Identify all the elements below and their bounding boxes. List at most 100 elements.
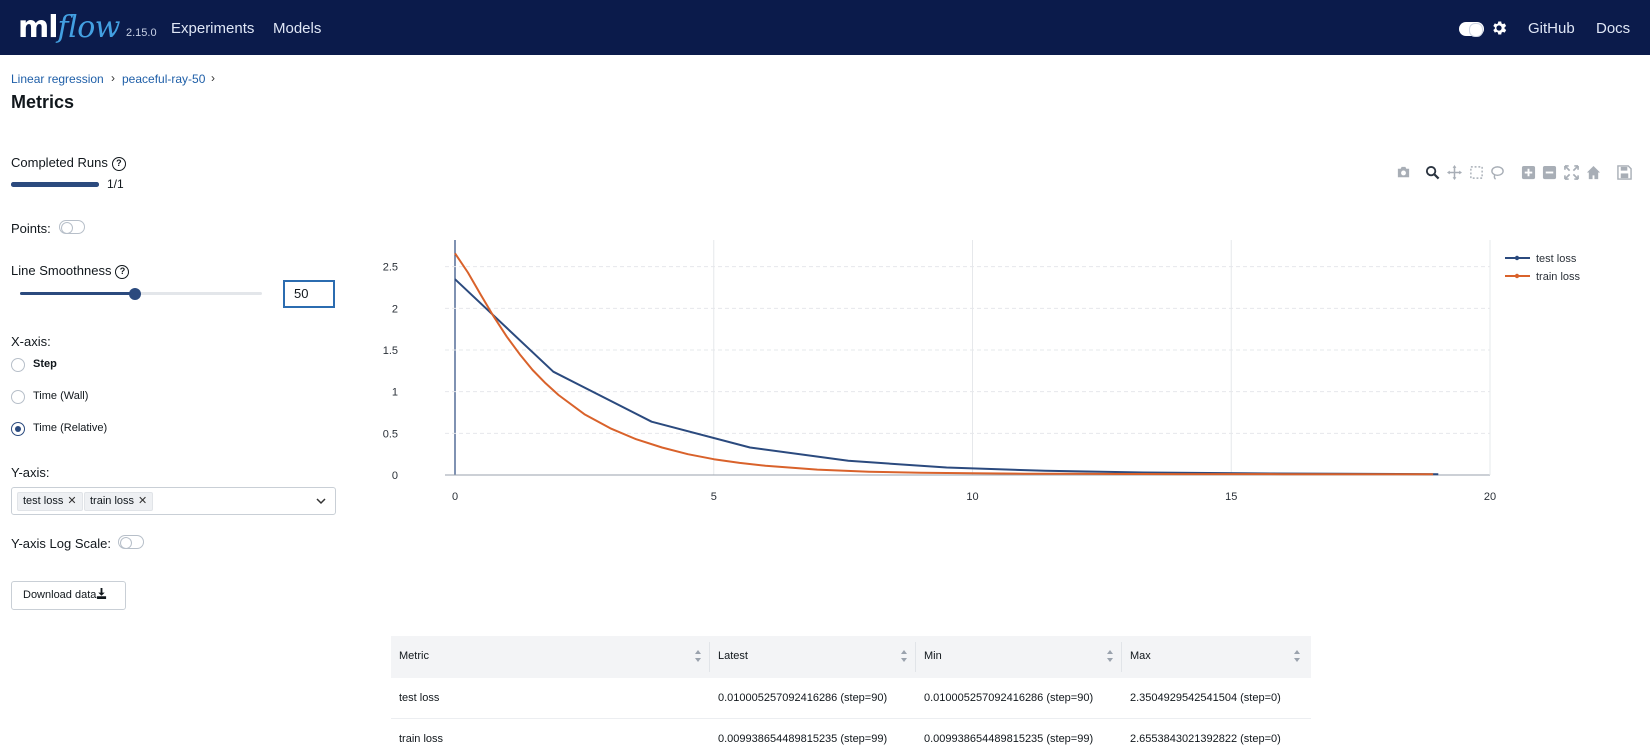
zoom-icon[interactable] <box>1425 165 1440 180</box>
radio-time-wall[interactable] <box>11 390 25 404</box>
x-tick-label: 0 <box>452 491 458 503</box>
close-icon[interactable]: ✕ <box>138 495 147 507</box>
legend-label[interactable]: test loss <box>1536 253 1577 265</box>
sort-icon[interactable] <box>694 649 702 663</box>
yaxis-tag-test-loss: test loss ✕ <box>17 492 83 511</box>
sort-icon[interactable] <box>1106 649 1114 663</box>
cell-latest: 0.010005257092416286 (step=90) <box>718 692 888 704</box>
breadcrumb-separator: › <box>111 71 115 85</box>
download-data-button[interactable]: Download data <box>11 581 126 610</box>
zoom-in-icon[interactable] <box>1521 165 1536 180</box>
mlflow-logo[interactable]: ml flow 2.15.0 <box>18 6 157 46</box>
tag-label: train loss <box>90 495 135 507</box>
sort-icon[interactable] <box>900 649 908 663</box>
completed-runs-count: 1/1 <box>107 177 124 191</box>
smoothness-label: Line Smoothness <box>11 263 112 278</box>
column-header-min[interactable]: Min <box>924 650 942 662</box>
logo-ml-text: ml <box>18 10 59 45</box>
table-row: train loss 0.009938654489815235 (step=99… <box>391 719 1311 755</box>
nav-models[interactable]: Models <box>273 20 321 37</box>
gear-icon[interactable] <box>1490 19 1508 37</box>
yaxis-log-toggle[interactable] <box>118 535 144 549</box>
radio-time-wall-label[interactable]: Time (Wall) <box>33 390 88 402</box>
cell-max: 2.6553843021392822 (step=0) <box>1130 733 1281 745</box>
close-icon[interactable]: ✕ <box>67 495 76 507</box>
series-line-train-loss[interactable] <box>454 252 1434 476</box>
nav-docs[interactable]: Docs <box>1596 20 1630 37</box>
legend-marker <box>1514 273 1520 279</box>
x-tick-label: 10 <box>966 491 978 503</box>
zoom-out-icon[interactable] <box>1542 165 1557 180</box>
table-header-row: Metric Latest Min Max <box>391 636 1311 678</box>
nav-github[interactable]: GitHub <box>1528 20 1575 37</box>
y-tick-label: 1 <box>392 387 398 399</box>
chart-grid <box>445 240 1491 476</box>
yaxis-log-label: Y-axis Log Scale: <box>11 536 111 551</box>
autoscale-icon[interactable] <box>1564 165 1579 180</box>
smoothness-heading: Line Smoothness? <box>11 263 130 279</box>
pan-icon[interactable] <box>1447 165 1462 180</box>
table-row: test loss 0.010005257092416286 (step=90)… <box>391 678 1311 719</box>
help-icon[interactable]: ? <box>111 157 126 171</box>
smoothness-slider-fill <box>20 292 135 295</box>
cell-metric: train loss <box>399 733 444 745</box>
yaxis-label: Y-axis: <box>11 465 50 480</box>
cell-min: 0.010005257092416286 (step=90) <box>924 692 1094 704</box>
smoothness-input[interactable]: 50 <box>283 280 335 308</box>
points-label: Points: <box>11 221 51 236</box>
tag-label: test loss <box>23 495 64 507</box>
home-icon[interactable] <box>1586 165 1601 180</box>
cell-latest: 0.009938654489815235 (step=99) <box>718 733 888 745</box>
smoothness-slider-handle[interactable] <box>128 288 141 300</box>
column-divider <box>1121 642 1122 672</box>
y-tick-label: 2 <box>392 303 398 315</box>
y-tick-label: 0 <box>392 470 398 482</box>
camera-icon[interactable] <box>1396 165 1411 180</box>
breadcrumb-experiment[interactable]: Linear regression <box>11 72 104 86</box>
completed-runs-label: Completed Runs <box>11 155 108 170</box>
xaxis-label: X-axis: <box>11 334 51 349</box>
progress-fill <box>11 182 99 187</box>
yaxis-select[interactable]: test loss ✕ train loss ✕ <box>11 487 336 515</box>
top-navbar: ml flow 2.15.0 Experiments Models GitHub… <box>0 0 1650 55</box>
chevron-down-icon[interactable] <box>315 495 327 507</box>
breadcrumb-run[interactable]: peaceful-ray-50 <box>122 72 205 86</box>
download-icon <box>97 588 107 599</box>
metrics-line-chart[interactable]: 0 5 10 15 20 0 0.5 1 1.5 2 2.5 test loss train loss <box>380 240 1650 520</box>
y-tick-label: 0.5 <box>383 428 398 440</box>
radio-step[interactable] <box>11 358 25 372</box>
x-tick-label: 20 <box>1484 491 1496 503</box>
completed-runs-progress <box>11 182 99 187</box>
nav-experiments[interactable]: Experiments <box>171 20 254 37</box>
x-tick-label: 15 <box>1225 491 1237 503</box>
help-icon[interactable]: ? <box>115 265 130 279</box>
yaxis-tag-train-loss: train loss ✕ <box>84 492 154 511</box>
box-select-icon[interactable] <box>1469 165 1484 180</box>
breadcrumb-separator: › <box>211 71 215 85</box>
download-button-label: Download data <box>23 589 97 601</box>
save-icon[interactable] <box>1617 165 1632 180</box>
x-tick-label: 5 <box>711 491 717 503</box>
column-header-latest[interactable]: Latest <box>718 650 748 662</box>
sort-icon[interactable] <box>1293 649 1301 663</box>
y-tick-label: 1.5 <box>383 345 398 357</box>
points-toggle[interactable] <box>59 220 85 234</box>
radio-time-relative[interactable] <box>11 422 25 436</box>
cell-max: 2.3504929542541504 (step=0) <box>1130 692 1281 704</box>
radio-step-label[interactable]: Step <box>33 358 57 370</box>
legend-marker <box>1514 255 1520 261</box>
radio-time-relative-label[interactable]: Time (Relative) <box>33 422 107 434</box>
chart-legend[interactable]: test loss train loss <box>1505 253 1581 283</box>
version-label: 2.15.0 <box>126 27 157 39</box>
column-header-metric[interactable]: Metric <box>399 650 429 662</box>
completed-runs-heading: Completed Runs? <box>11 155 126 171</box>
lasso-icon[interactable] <box>1490 165 1505 180</box>
legend-label[interactable]: train loss <box>1536 271 1581 283</box>
logo-flow-text: flow <box>57 10 121 45</box>
cell-min: 0.009938654489815235 (step=99) <box>924 733 1094 745</box>
column-header-max[interactable]: Max <box>1130 650 1151 662</box>
page-title: Metrics <box>11 92 75 112</box>
column-divider <box>915 642 916 672</box>
toggle-icon[interactable] <box>1459 22 1484 37</box>
y-tick-label: 2.5 <box>383 262 398 274</box>
